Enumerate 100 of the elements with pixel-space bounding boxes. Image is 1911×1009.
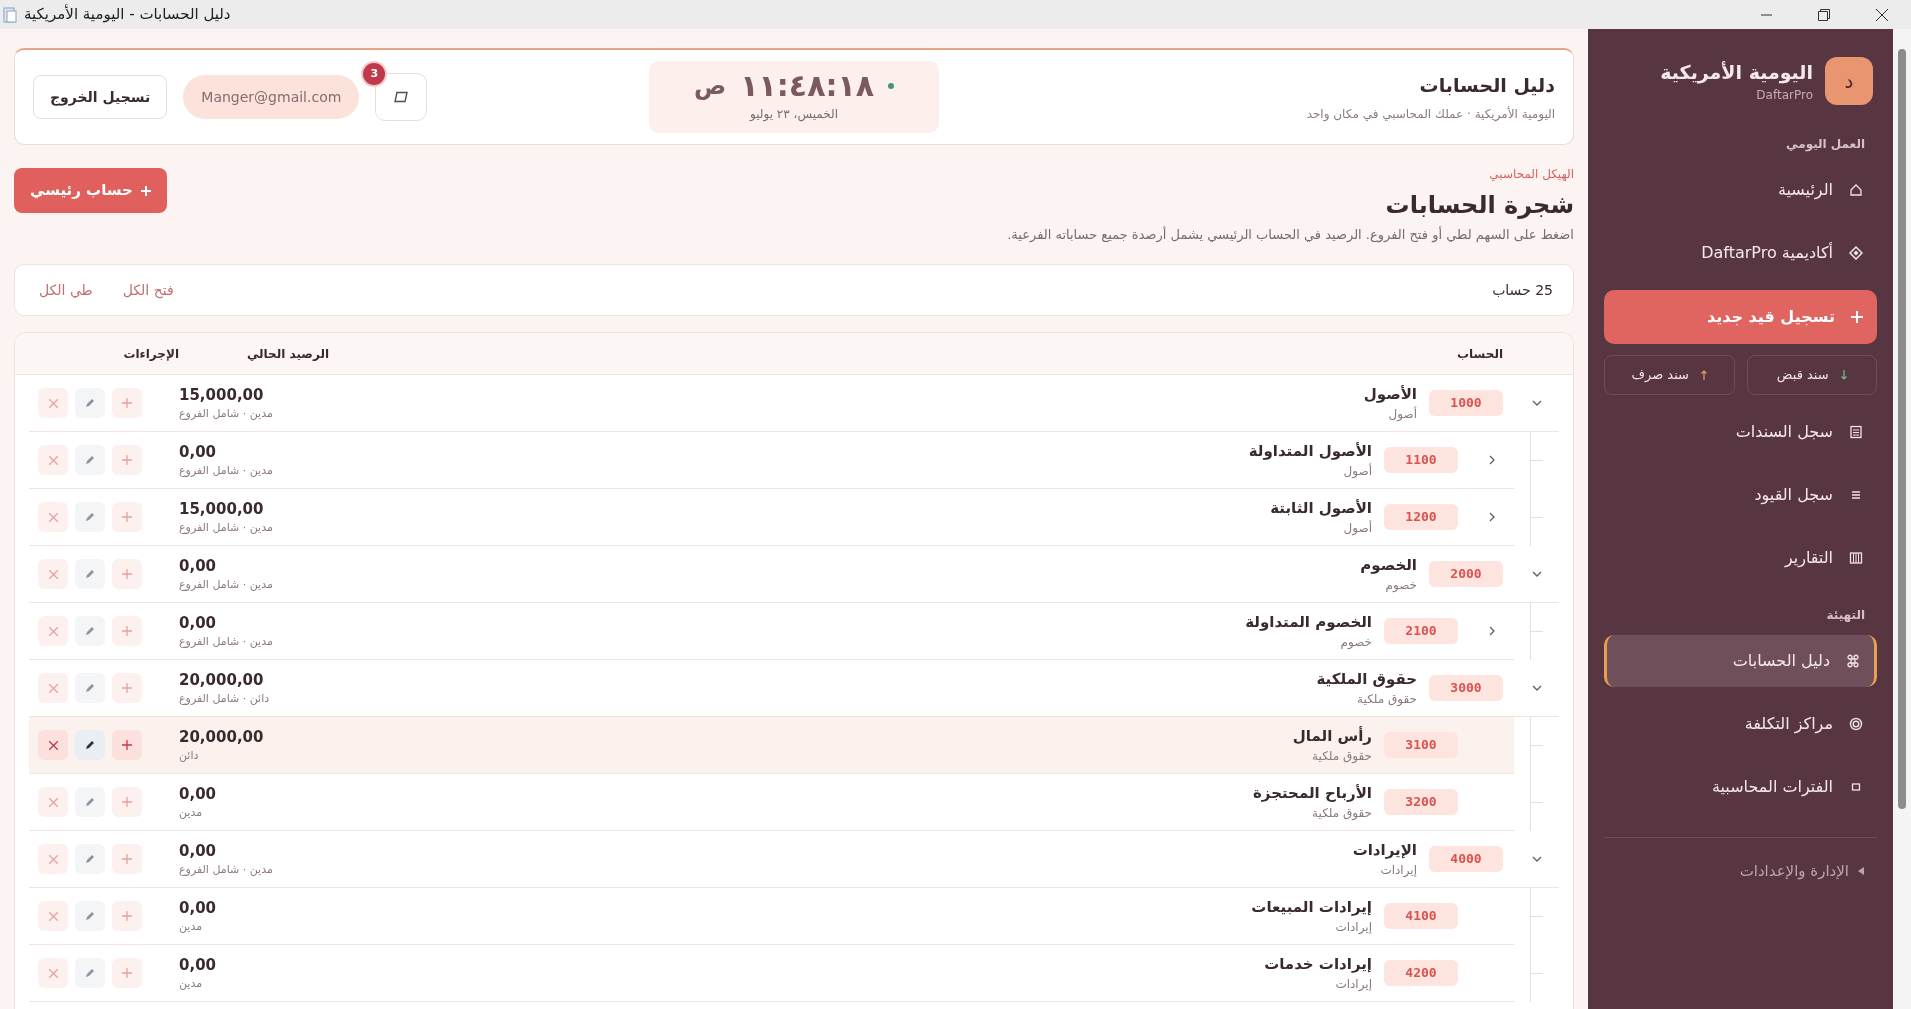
balance-amount: 20,000,00	[179, 726, 264, 748]
expand-toggle[interactable]	[1487, 453, 1497, 467]
delete-button[interactable]	[38, 502, 68, 532]
close-icon	[48, 797, 58, 807]
sidebar-item[interactable]: مراكز التكلفة	[1604, 698, 1877, 750]
arrow-down-icon	[1840, 370, 1847, 380]
add-child-button[interactable]	[112, 388, 142, 418]
delete-button[interactable]	[38, 445, 68, 475]
plus-icon	[122, 683, 132, 693]
delete-button[interactable]	[38, 787, 68, 817]
payment-voucher-button[interactable]: سند صرف	[1604, 355, 1735, 395]
balance-note: مدين · شامل الفروع	[179, 463, 273, 479]
delete-button[interactable]	[38, 388, 68, 418]
add-child-button[interactable]	[112, 901, 142, 931]
plus-icon	[1851, 311, 1863, 323]
sidebar-item[interactable]: سجل السندات	[1604, 406, 1877, 458]
delete-button[interactable]	[38, 958, 68, 988]
edit-button[interactable]	[75, 445, 105, 475]
plus-icon	[122, 797, 132, 807]
close-icon	[48, 512, 58, 522]
add-child-button[interactable]	[112, 958, 142, 988]
list-icon	[1849, 488, 1863, 502]
sidebar-item[interactable]: الفترات المحاسبية	[1604, 761, 1877, 813]
edit-button[interactable]	[75, 502, 105, 532]
balance-amount: 0,00	[179, 783, 216, 805]
chevron-right-icon	[1489, 626, 1495, 636]
close-icon	[48, 455, 58, 465]
balance-amount: 0,00	[179, 840, 216, 862]
add-child-button[interactable]	[112, 502, 142, 532]
sidebar-item[interactable]: دليل الحسابات	[1604, 635, 1877, 687]
receipt-voucher-button[interactable]: سند قبض	[1746, 355, 1877, 395]
edit-button[interactable]	[75, 844, 105, 874]
balance-amount: 0,00	[179, 555, 216, 577]
collapse-all-link[interactable]: طي الكل	[39, 279, 93, 301]
admin-section-toggle[interactable]: الإدارة والإعدادات	[1604, 860, 1877, 883]
account-type: إيرادات	[1379, 862, 1417, 880]
edit-button[interactable]	[75, 901, 105, 931]
chevron-down-icon	[1532, 685, 1542, 691]
breadcrumb: الهيكل المحاسبي	[1488, 166, 1574, 183]
add-child-button[interactable]	[112, 787, 142, 817]
pencil-icon	[84, 910, 96, 922]
scrollbar[interactable]	[1893, 29, 1911, 1009]
close-icon	[48, 626, 58, 636]
account-type: إيرادات	[1334, 976, 1372, 994]
sidebar-item[interactable]: التقارير	[1604, 532, 1877, 584]
sidebar-section-title: التهيئة	[1825, 607, 1866, 624]
edit-button[interactable]	[75, 673, 105, 703]
account-code: 4200	[1384, 960, 1458, 986]
sidebar-item[interactable]: الرئيسية	[1604, 164, 1877, 216]
expand-toggle[interactable]	[1530, 854, 1544, 864]
add-main-account-button[interactable]: حساب رئيسي	[14, 168, 167, 213]
edit-button[interactable]	[75, 616, 105, 646]
columns-icon	[1849, 551, 1863, 565]
account-name: الخصوم	[1360, 554, 1417, 576]
account-code: 3200	[1384, 789, 1458, 815]
delete-button[interactable]	[38, 901, 68, 931]
account-code: 2000	[1429, 561, 1503, 587]
account-code: 1000	[1429, 390, 1503, 416]
brand-logo: د	[1825, 57, 1873, 105]
expand-toggle[interactable]	[1487, 510, 1497, 524]
expand-toggle[interactable]	[1530, 398, 1544, 408]
delete-button[interactable]	[38, 844, 68, 874]
delete-button[interactable]	[38, 559, 68, 589]
account-name: حقوق الملكية	[1316, 668, 1417, 690]
clock-date: الخميس، ٢٣ يوليو	[750, 106, 839, 123]
account-code: 3000	[1429, 675, 1503, 701]
expand-all-link[interactable]: فتح الكل	[122, 279, 174, 301]
expand-toggle[interactable]	[1530, 683, 1544, 693]
add-child-button[interactable]	[112, 616, 142, 646]
balance-amount: 0,00	[179, 441, 216, 463]
delete-button[interactable]	[38, 673, 68, 703]
close-icon	[48, 398, 58, 408]
pencil-icon	[84, 397, 96, 409]
delete-button[interactable]	[38, 730, 68, 760]
add-child-button[interactable]	[112, 559, 142, 589]
edit-button[interactable]	[75, 958, 105, 988]
pencil-icon	[84, 682, 96, 694]
logout-button[interactable]: تسجيل الخروج	[33, 75, 168, 119]
edit-button[interactable]	[75, 730, 105, 760]
delete-button[interactable]	[38, 616, 68, 646]
edit-button[interactable]	[75, 787, 105, 817]
account-type: حقوق ملكية	[1311, 805, 1372, 823]
status-dot	[888, 83, 895, 89]
chevron-right-icon	[1489, 512, 1495, 522]
edit-button[interactable]	[75, 559, 105, 589]
add-child-button[interactable]	[112, 445, 142, 475]
add-child-button[interactable]	[112, 673, 142, 703]
add-child-button[interactable]	[112, 844, 142, 874]
sidebar-item[interactable]: أكاديمية DaftarPro	[1604, 227, 1877, 279]
column-header: الحساب	[1456, 345, 1503, 363]
edit-button[interactable]	[75, 388, 105, 418]
sidebar-item[interactable]: سجل القيود	[1604, 469, 1877, 521]
expand-toggle[interactable]	[1487, 624, 1497, 638]
account-code: 3100	[1384, 732, 1458, 758]
expand-toggle[interactable]	[1530, 569, 1544, 579]
scrollbar-thumb[interactable]	[1898, 49, 1906, 809]
parallelogram-icon	[394, 91, 409, 103]
pencil-icon	[84, 454, 96, 466]
add-child-button[interactable]	[112, 730, 142, 760]
account-type: خصوم	[1384, 577, 1417, 595]
